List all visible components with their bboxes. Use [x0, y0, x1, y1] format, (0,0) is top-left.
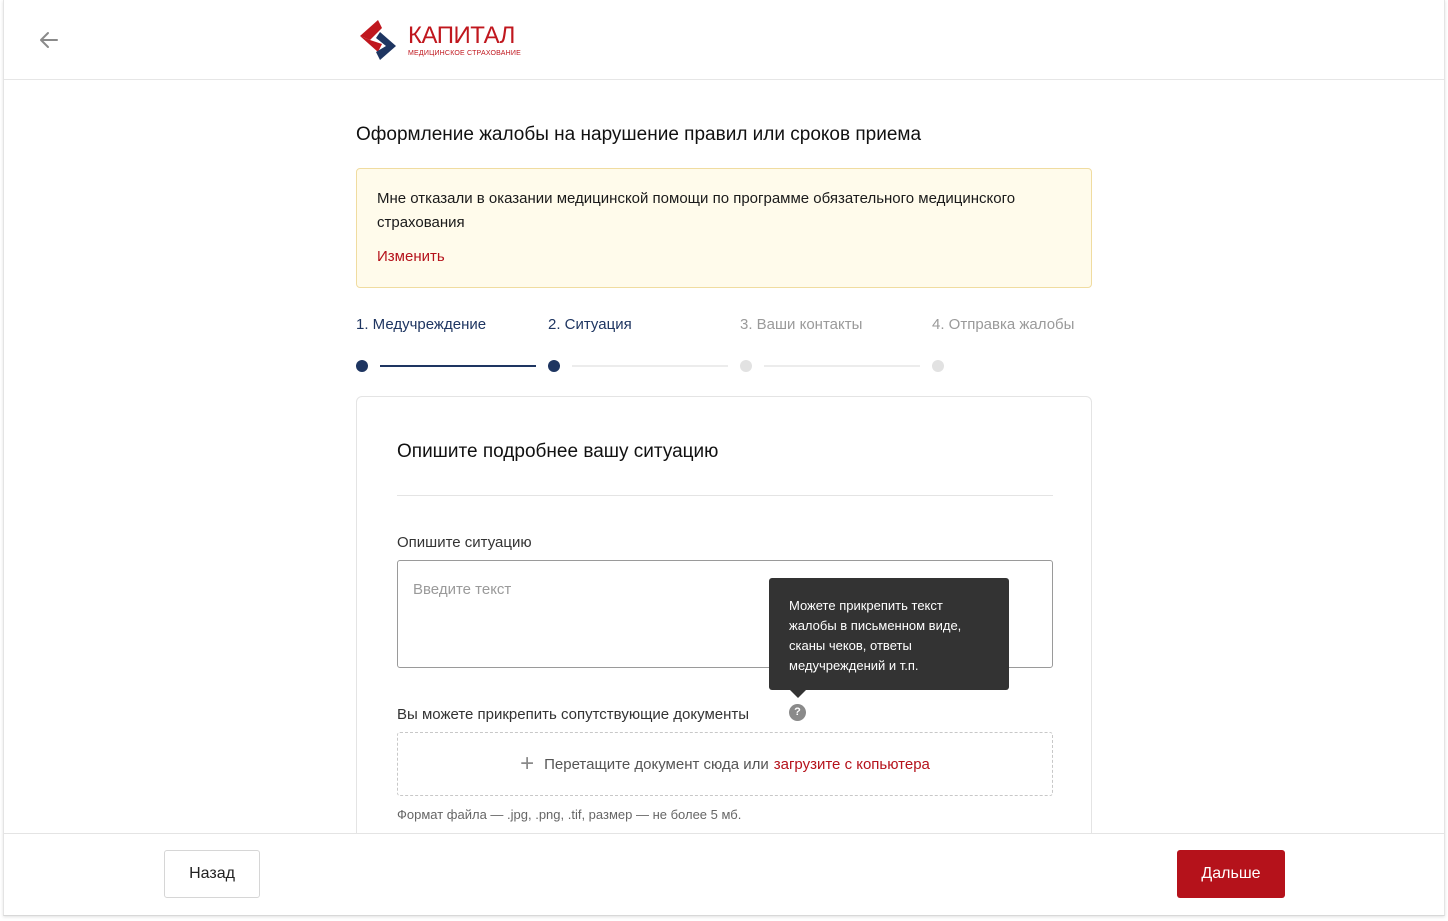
logo-title: КАПИТАЛ	[408, 21, 515, 49]
notice-text: Мне отказали в оказании медицинской помо…	[377, 190, 1016, 231]
plus-icon: +	[520, 750, 535, 777]
step-3-label: 3. Ваши контакты	[740, 316, 863, 333]
back-button[interactable]: Назад	[164, 850, 260, 898]
step-connector-3	[764, 365, 920, 367]
bottom-action-bar: Назад Дальше	[4, 833, 1444, 915]
step-1-label: 1. Медучреждение	[356, 316, 487, 333]
arrow-left-icon[interactable]	[38, 29, 60, 51]
step-connector-2	[572, 365, 728, 367]
question-mark-icon[interactable]: ?	[789, 704, 806, 721]
progress-stepper: 1. Медучреждение 2. Ситуация 3. Ваши кон…	[356, 316, 1096, 376]
file-format-hint: Формат файла — .jpg, .png, .tif, размер …	[397, 807, 742, 822]
file-dropzone[interactable]: + Перетащите документ сюда или загрузите…	[397, 732, 1053, 796]
description-label: Опишите ситуацию	[397, 534, 532, 551]
step-3-dot	[740, 360, 752, 372]
form-title: Опишите подробнее вашу ситуацию	[397, 441, 719, 462]
step-4-dot	[932, 360, 944, 372]
step-1-dot	[356, 360, 368, 372]
attach-label: Вы можете прикрепить сопутствующие докум…	[397, 706, 750, 723]
next-button[interactable]: Дальше	[1177, 850, 1285, 898]
top-bar: КАПИТАЛ МЕДИЦИНСКОЕ СТРАХОВАНИЕ	[4, 0, 1444, 80]
step-connector-1	[380, 365, 536, 367]
divider	[397, 495, 1053, 496]
logo-subtitle: МЕДИЦИНСКОЕ СТРАХОВАНИЕ	[408, 49, 521, 57]
selected-reason-notice: Мне отказали в оказании медицинской помо…	[356, 168, 1092, 288]
logo-text: КАПИТАЛ МЕДИЦИНСКОЕ СТРАХОВАНИЕ	[408, 21, 521, 57]
page-title: Оформление жалобы на нарушение правил ил…	[356, 124, 922, 145]
company-logo[interactable]: КАПИТАЛ МЕДИЦИНСКОЕ СТРАХОВАНИЕ	[356, 18, 521, 62]
step-2-dot	[548, 360, 560, 372]
change-reason-link[interactable]: Изменить	[377, 248, 445, 265]
help-tooltip: Можете прикрепить текст жалобы в письмен…	[769, 578, 1009, 698]
dropzone-text: Перетащите документ сюда или	[544, 755, 769, 773]
step-4-label: 4. Отправка жалобы	[932, 316, 1075, 333]
tooltip-text: Можете прикрепить текст жалобы в письмен…	[789, 598, 962, 673]
app-window: КАПИТАЛ МЕДИЦИНСКОЕ СТРАХОВАНИЕ Оформлен…	[3, 0, 1445, 916]
logo-mark-icon	[360, 20, 396, 60]
upload-from-computer-link[interactable]: загрузите с копьютера	[774, 756, 930, 773]
step-2-label: 2. Ситуация	[548, 316, 632, 333]
